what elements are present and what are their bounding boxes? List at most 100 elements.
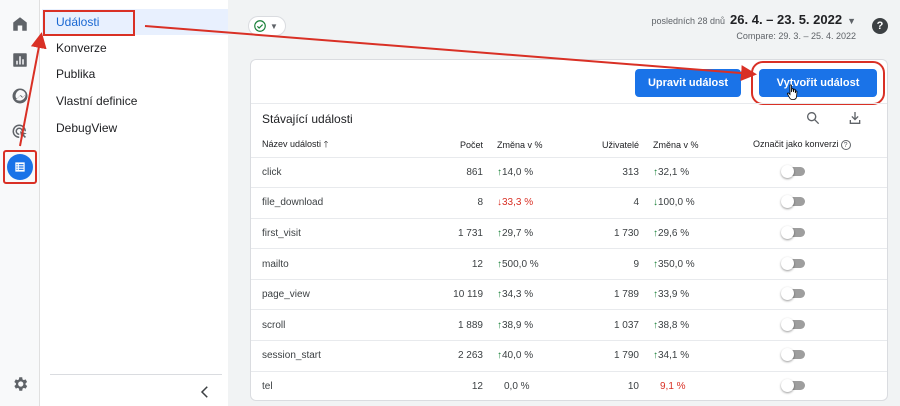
table-row: session_start 2 263 ↑40,0 % 1 790 ↑34,1 % bbox=[251, 340, 887, 372]
users-count: 313 bbox=[573, 157, 643, 189]
event-name: tel bbox=[251, 371, 421, 400]
event-name: scroll bbox=[251, 309, 421, 342]
subnav-item-custom-definitions[interactable]: Vlastní definice bbox=[56, 91, 137, 111]
edit-event-button[interactable]: Upravit událost bbox=[635, 69, 741, 97]
users-change: ↑29,6 % bbox=[643, 218, 725, 250]
hand-cursor-icon bbox=[787, 84, 798, 100]
subnav-item-audiences[interactable]: Publika bbox=[56, 64, 95, 84]
reports-icon[interactable] bbox=[8, 48, 32, 72]
table-row: mailto 12 ↑500,0 % 9 ↑350,0 % bbox=[251, 248, 887, 280]
event-name: first_visit bbox=[251, 218, 421, 250]
column-header-conversion: Označit jako konverzi? bbox=[725, 133, 887, 158]
count-change: ↑29,7 % bbox=[487, 218, 573, 250]
users-change: ↑350,0 % bbox=[643, 248, 725, 280]
help-icon[interactable]: ? bbox=[872, 18, 888, 34]
conversion-toggle-cell bbox=[725, 340, 887, 372]
settings-icon[interactable] bbox=[8, 372, 32, 396]
conversion-toggle-cell bbox=[725, 309, 887, 342]
conversion-toggle-cell bbox=[725, 218, 887, 250]
subnav-item-label: Vlastní definice bbox=[56, 94, 138, 108]
subnav-item-label: DebugView bbox=[56, 121, 118, 135]
event-count: 2 263 bbox=[421, 340, 487, 372]
comparison-filter-chip[interactable]: ▼ bbox=[248, 16, 286, 36]
section-title: Stávající události bbox=[262, 112, 353, 126]
subnav-item-conversions[interactable]: Konverze bbox=[56, 38, 107, 58]
annotation-box-events bbox=[43, 10, 135, 36]
conversion-toggle[interactable] bbox=[781, 287, 807, 301]
conversion-toggle[interactable] bbox=[781, 225, 807, 239]
advertising-icon[interactable] bbox=[8, 120, 32, 144]
configure-nav-button[interactable] bbox=[3, 150, 37, 184]
table-row: file_download 8 ↓33,3 % 4 ↓100,0 % bbox=[251, 187, 887, 219]
users-count: 1 790 bbox=[573, 340, 643, 372]
conversion-toggle-cell bbox=[725, 157, 887, 189]
column-header-change[interactable]: Změna v % bbox=[487, 133, 573, 158]
conversion-toggle[interactable] bbox=[781, 256, 807, 270]
conversion-toggle[interactable] bbox=[781, 378, 807, 392]
conversion-toggle[interactable] bbox=[781, 317, 807, 331]
users-count: 9 bbox=[573, 248, 643, 280]
event-count: 12 bbox=[421, 371, 487, 400]
date-range-picker[interactable]: posledních 28 dnů 26. 4. – 23. 5. 2022 ▼… bbox=[651, 12, 856, 41]
table-row: tel 12 0,0 % 10 9,1 % bbox=[251, 371, 887, 400]
users-change: ↑38,8 % bbox=[643, 309, 725, 342]
download-icon[interactable] bbox=[847, 110, 863, 126]
event-count: 12 bbox=[421, 248, 487, 280]
event-count: 8 bbox=[421, 187, 487, 219]
users-change: ↑32,1 % bbox=[643, 157, 725, 189]
divider bbox=[251, 103, 887, 104]
conversion-toggle[interactable] bbox=[781, 348, 807, 362]
users-change: ↓100,0 % bbox=[643, 187, 725, 219]
table-row: scroll 1 889 ↑38,9 % 1 037 ↑38,8 % bbox=[251, 309, 887, 342]
left-nav-rail bbox=[0, 0, 40, 406]
event-name: page_view bbox=[251, 279, 421, 311]
search-icon[interactable] bbox=[805, 110, 821, 126]
event-name: click bbox=[251, 157, 421, 189]
caret-down-icon: ▼ bbox=[270, 21, 278, 31]
column-header-count[interactable]: Počet bbox=[421, 133, 487, 158]
conversion-toggle-cell bbox=[725, 248, 887, 280]
sort-arrow-up-icon: 🡑 bbox=[323, 138, 329, 149]
chevron-left-icon bbox=[200, 386, 208, 398]
check-circle-icon bbox=[254, 20, 266, 32]
users-change: 9,1 % bbox=[643, 371, 725, 400]
users-change: ↑33,9 % bbox=[643, 279, 725, 311]
event-count: 10 119 bbox=[421, 279, 487, 311]
column-header-change[interactable]: Změna v % bbox=[643, 133, 725, 158]
subnav-item-debugview[interactable]: DebugView bbox=[56, 118, 117, 138]
conversion-toggle-cell bbox=[725, 187, 887, 219]
table-row: first_visit 1 731 ↑29,7 % 1 730 ↑29,6 % bbox=[251, 218, 887, 250]
count-change: 0,0 % bbox=[487, 371, 573, 400]
count-change: ↑40,0 % bbox=[487, 340, 573, 372]
events-card: Upravit událost Vytvořit událost Stávají… bbox=[250, 59, 888, 401]
event-name: file_download bbox=[251, 187, 421, 219]
count-change: ↑500,0 % bbox=[487, 248, 573, 280]
date-range-value: 26. 4. – 23. 5. 2022 bbox=[730, 12, 843, 27]
subnav-item-label: Konverze bbox=[56, 41, 107, 55]
column-header-name[interactable]: Název události 🡑 bbox=[251, 133, 421, 158]
date-range-label: posledních 28 dnů bbox=[651, 16, 726, 26]
collapse-nav-button[interactable] bbox=[196, 383, 214, 401]
event-count: 1 731 bbox=[421, 218, 487, 250]
explore-icon[interactable] bbox=[8, 84, 32, 108]
conversion-toggle[interactable] bbox=[781, 164, 807, 178]
count-change: ↑34,3 % bbox=[487, 279, 573, 311]
home-icon[interactable] bbox=[8, 12, 32, 36]
conversion-toggle-cell bbox=[725, 279, 887, 311]
column-header-users[interactable]: Uživatelé bbox=[573, 133, 643, 158]
help-icon[interactable]: ? bbox=[840, 140, 851, 151]
count-change: ↓33,3 % bbox=[487, 187, 573, 219]
table-row: click 861 ↑14,0 % 313 ↑32,1 % bbox=[251, 157, 887, 189]
users-count: 1 730 bbox=[573, 218, 643, 250]
table-header-row: Název události 🡑 Počet Změna v % Uživate… bbox=[251, 133, 887, 158]
event-name: mailto bbox=[251, 248, 421, 280]
conversion-toggle-cell bbox=[725, 371, 887, 400]
compare-range: Compare: 29. 3. – 25. 4. 2022 bbox=[736, 31, 856, 41]
top-bar: ▼ posledních 28 dnů 26. 4. – 23. 5. 2022… bbox=[228, 0, 900, 52]
create-event-button[interactable]: Vytvořit událost bbox=[751, 61, 885, 105]
event-count: 1 889 bbox=[421, 309, 487, 342]
conversion-toggle[interactable] bbox=[781, 195, 807, 209]
users-count: 10 bbox=[573, 371, 643, 400]
users-count: 1 789 bbox=[573, 279, 643, 311]
configure-subnav: Události Konverze Publika Vlastní defini… bbox=[40, 0, 262, 406]
